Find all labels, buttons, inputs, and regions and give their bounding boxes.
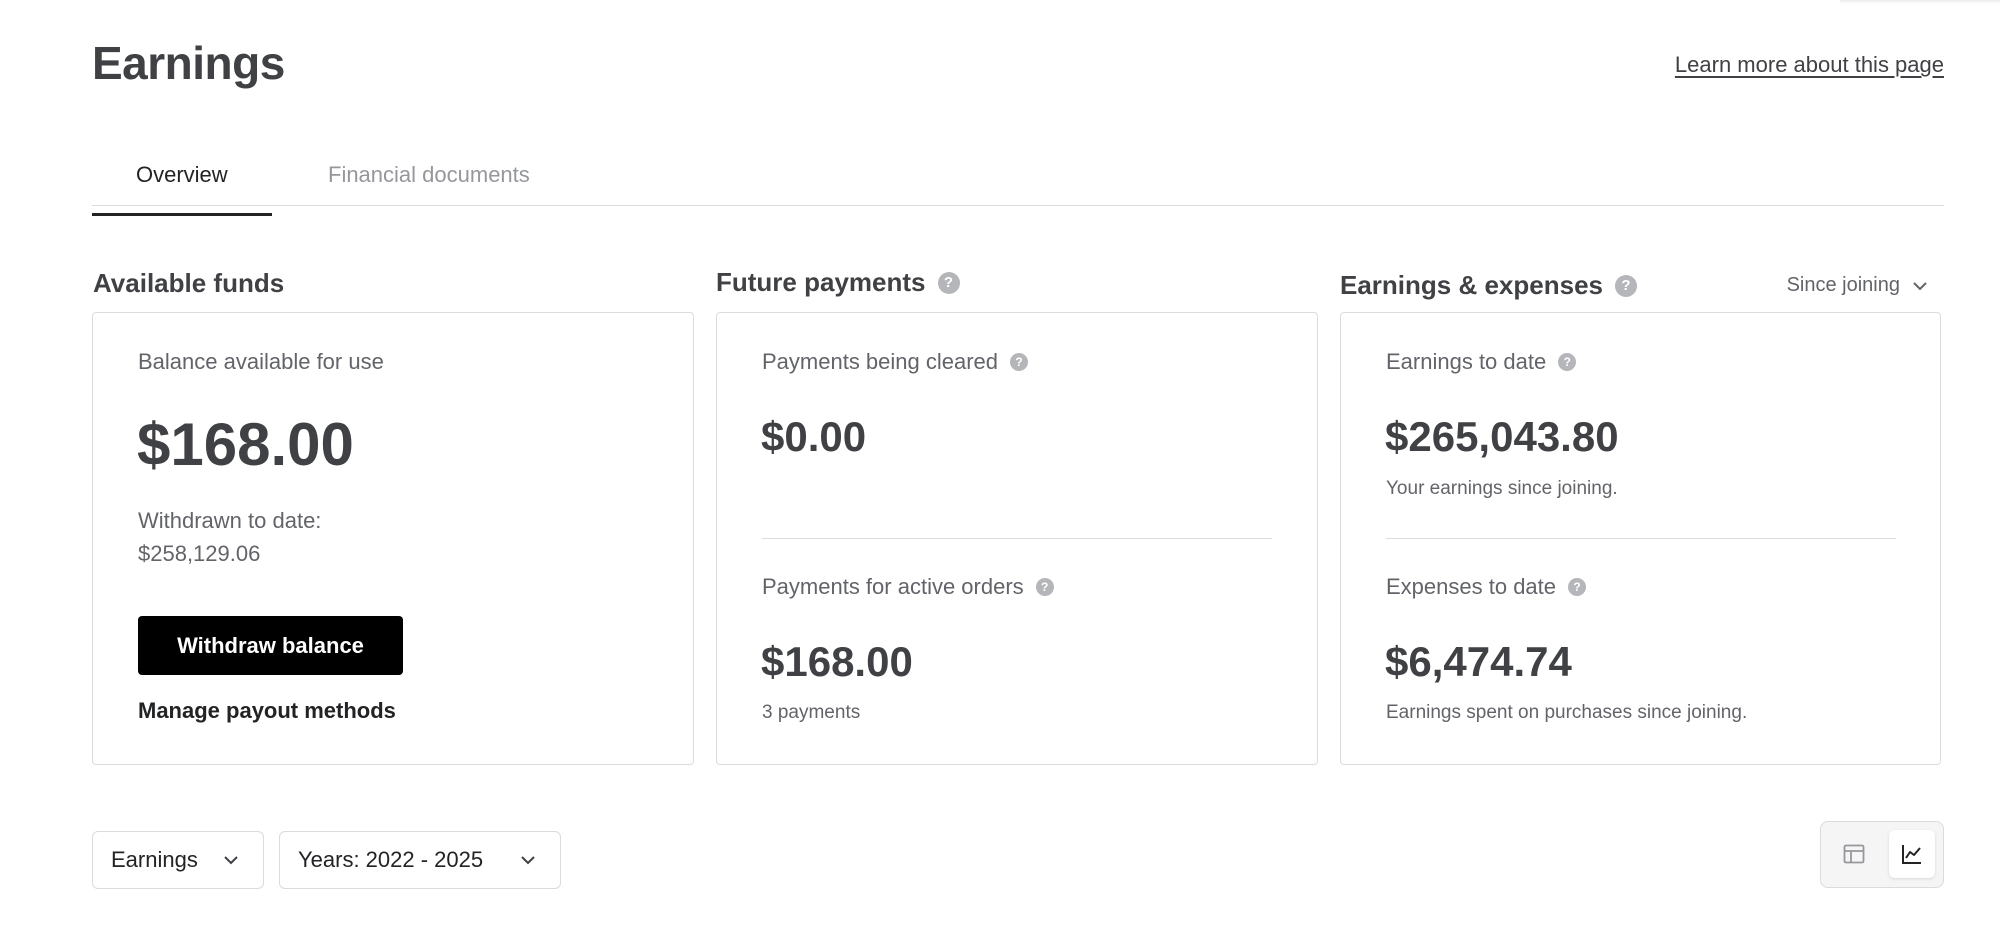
learn-more-link[interactable]: Learn more about this page bbox=[1675, 52, 1944, 78]
table-icon bbox=[1843, 844, 1865, 864]
chevron-down-icon bbox=[1913, 281, 1927, 290]
question-circle-icon[interactable]: ? bbox=[1568, 578, 1587, 596]
tab-overview[interactable]: Overview bbox=[92, 162, 272, 216]
question-circle-icon[interactable]: ? bbox=[937, 271, 960, 294]
view-toggle bbox=[1820, 821, 1944, 888]
balance-value: $168.00 bbox=[137, 411, 354, 478]
top-right-shadow bbox=[1840, 0, 2000, 4]
tab-bar: Overview Financial documents bbox=[92, 152, 1944, 216]
available-funds-title-text: Available funds bbox=[93, 268, 285, 298]
payments-count: 3 payments bbox=[762, 702, 861, 723]
withdrawn-block: Withdrawn to date: $258,129.06 bbox=[138, 504, 321, 570]
future-payments-divider bbox=[762, 538, 1272, 539]
payments-active-label-text: Payments for active orders bbox=[762, 574, 1024, 599]
manage-payout-methods-link[interactable]: Manage payout methods bbox=[138, 698, 396, 724]
earnings-to-date-label-text: Earnings to date bbox=[1386, 349, 1547, 374]
question-circle-icon[interactable]: ? bbox=[1558, 353, 1577, 371]
earnings-to-date-sub: Your earnings since joining. bbox=[1386, 478, 1618, 499]
question-circle-icon[interactable]: ? bbox=[1010, 353, 1029, 371]
withdrawn-value: $258,129.06 bbox=[138, 541, 261, 566]
period-selector[interactable]: Since joining bbox=[1787, 274, 1928, 297]
expenses-to-date-sub: Earnings spent on purchases since joinin… bbox=[1386, 702, 1748, 723]
tab-financial-documents[interactable]: Financial documents bbox=[284, 162, 574, 216]
payments-cleared-label-text: Payments being cleared bbox=[762, 349, 999, 374]
expenses-to-date-label: Expenses to date ? bbox=[1386, 574, 1587, 600]
withdrawn-label: Withdrawn to date: bbox=[138, 508, 322, 533]
period-selector-label: Since joining bbox=[1786, 274, 1900, 296]
expenses-to-date-value: $6,474.74 bbox=[1385, 638, 1572, 685]
page-title: Earnings bbox=[92, 37, 285, 89]
future-payments-title-text: Future payments bbox=[716, 267, 926, 297]
earnings-expenses-divider bbox=[1386, 538, 1896, 539]
chart-view-button[interactable] bbox=[1889, 830, 1935, 878]
question-circle-icon[interactable]: ? bbox=[1035, 578, 1054, 596]
available-funds-title: Available funds bbox=[93, 268, 284, 299]
line-chart-icon bbox=[1902, 845, 1921, 864]
payments-active-label: Payments for active orders ? bbox=[762, 574, 1054, 600]
payments-cleared-value: $0.00 bbox=[761, 413, 867, 460]
table-view-button[interactable] bbox=[1831, 830, 1877, 878]
payments-cleared-label: Payments being cleared ? bbox=[762, 349, 1029, 375]
payments-active-value: $168.00 bbox=[761, 638, 913, 685]
metric-dropdown[interactable]: Earnings bbox=[92, 831, 264, 889]
balance-label: Balance available for use bbox=[138, 349, 384, 375]
expenses-to-date-label-text: Expenses to date bbox=[1386, 574, 1557, 599]
earnings-to-date-value: $265,043.80 bbox=[1385, 413, 1619, 460]
earnings-expenses-title: Earnings & expenses ? bbox=[1340, 270, 1637, 301]
withdraw-balance-button[interactable]: Withdraw balance bbox=[138, 616, 403, 675]
years-dropdown[interactable]: Years: 2022 - 2025 bbox=[279, 831, 561, 889]
future-payments-title: Future payments ? bbox=[716, 267, 960, 298]
balance-label-text: Balance available for use bbox=[138, 349, 384, 374]
years-dropdown-value: Years: 2022 - 2025 bbox=[298, 847, 484, 872]
question-circle-icon[interactable]: ? bbox=[1615, 274, 1637, 297]
chevron-down-icon bbox=[521, 856, 535, 865]
earnings-to-date-label: Earnings to date ? bbox=[1386, 349, 1577, 375]
chevron-down-icon bbox=[224, 856, 238, 865]
earnings-expenses-title-text: Earnings & expenses bbox=[1340, 270, 1603, 300]
metric-dropdown-value: Earnings bbox=[111, 847, 198, 872]
